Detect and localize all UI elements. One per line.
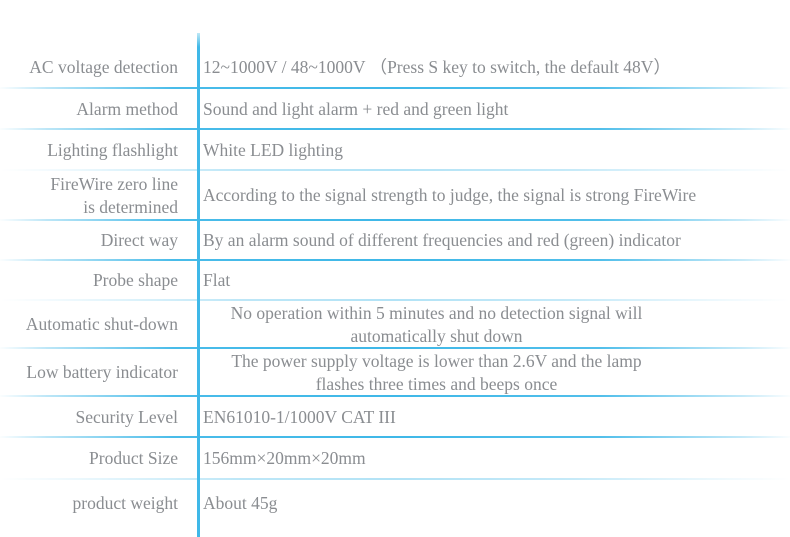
row-value: 156mm×20mm×20mm xyxy=(203,448,366,469)
row-label: Alarm method xyxy=(76,98,178,119)
row-label: Low battery indicator xyxy=(26,362,178,383)
row-label: Direct way xyxy=(100,230,178,251)
table-row: Low battery indicator The power supply vo… xyxy=(0,349,790,397)
table-row: FireWire zero line is determined Accordin… xyxy=(0,171,790,221)
row-value: White LED lighting xyxy=(203,139,343,160)
specification-table: AC voltage detection 12~1000V / 48~1000V … xyxy=(0,0,790,537)
row-label: Probe shape xyxy=(92,270,178,291)
table-row: Direct way By an alarm sound of different… xyxy=(0,221,790,261)
row-value: According to the signal strength to judg… xyxy=(203,185,697,206)
row-value: The power supply voltage is lower than 2… xyxy=(231,350,642,394)
row-label: AC voltage detection xyxy=(29,56,178,77)
table-row: Product Size 156mm×20mm×20mm xyxy=(0,438,790,480)
row-value: About 45g xyxy=(203,492,278,513)
specification-row-list: AC voltage detection 12~1000V / 48~1000V … xyxy=(0,46,790,527)
row-value: Sound and light alarm + red and green li… xyxy=(203,98,509,119)
row-value: No operation within 5 minutes and no det… xyxy=(230,302,643,346)
row-label: Automatic shut-down xyxy=(25,314,178,335)
row-value: EN61010-1/1000V CAT III xyxy=(203,406,396,427)
table-row: product weight About 45g xyxy=(0,480,790,527)
table-row: Lighting flashlight White LED lighting xyxy=(0,130,790,171)
table-row: AC voltage detection 12~1000V / 48~1000V … xyxy=(0,46,790,89)
row-value: 12~1000V / 48~1000V （Press S key to swit… xyxy=(203,56,671,77)
table-row: Alarm method Sound and light alarm + red … xyxy=(0,89,790,130)
row-label: Lighting flashlight xyxy=(47,139,178,160)
table-row: Security Level EN61010-1/1000V CAT III xyxy=(0,397,790,438)
row-label: Security Level xyxy=(75,406,178,427)
table-row: Probe shape Flat xyxy=(0,261,790,301)
row-label: product weight xyxy=(72,492,178,513)
row-label: FireWire zero line is determined xyxy=(50,173,178,217)
table-row: Automatic shut-down No operation within 5… xyxy=(0,301,790,349)
row-value: Flat xyxy=(203,270,231,291)
row-label: Product Size xyxy=(89,448,178,469)
row-value: By an alarm sound of different frequenci… xyxy=(203,230,681,251)
